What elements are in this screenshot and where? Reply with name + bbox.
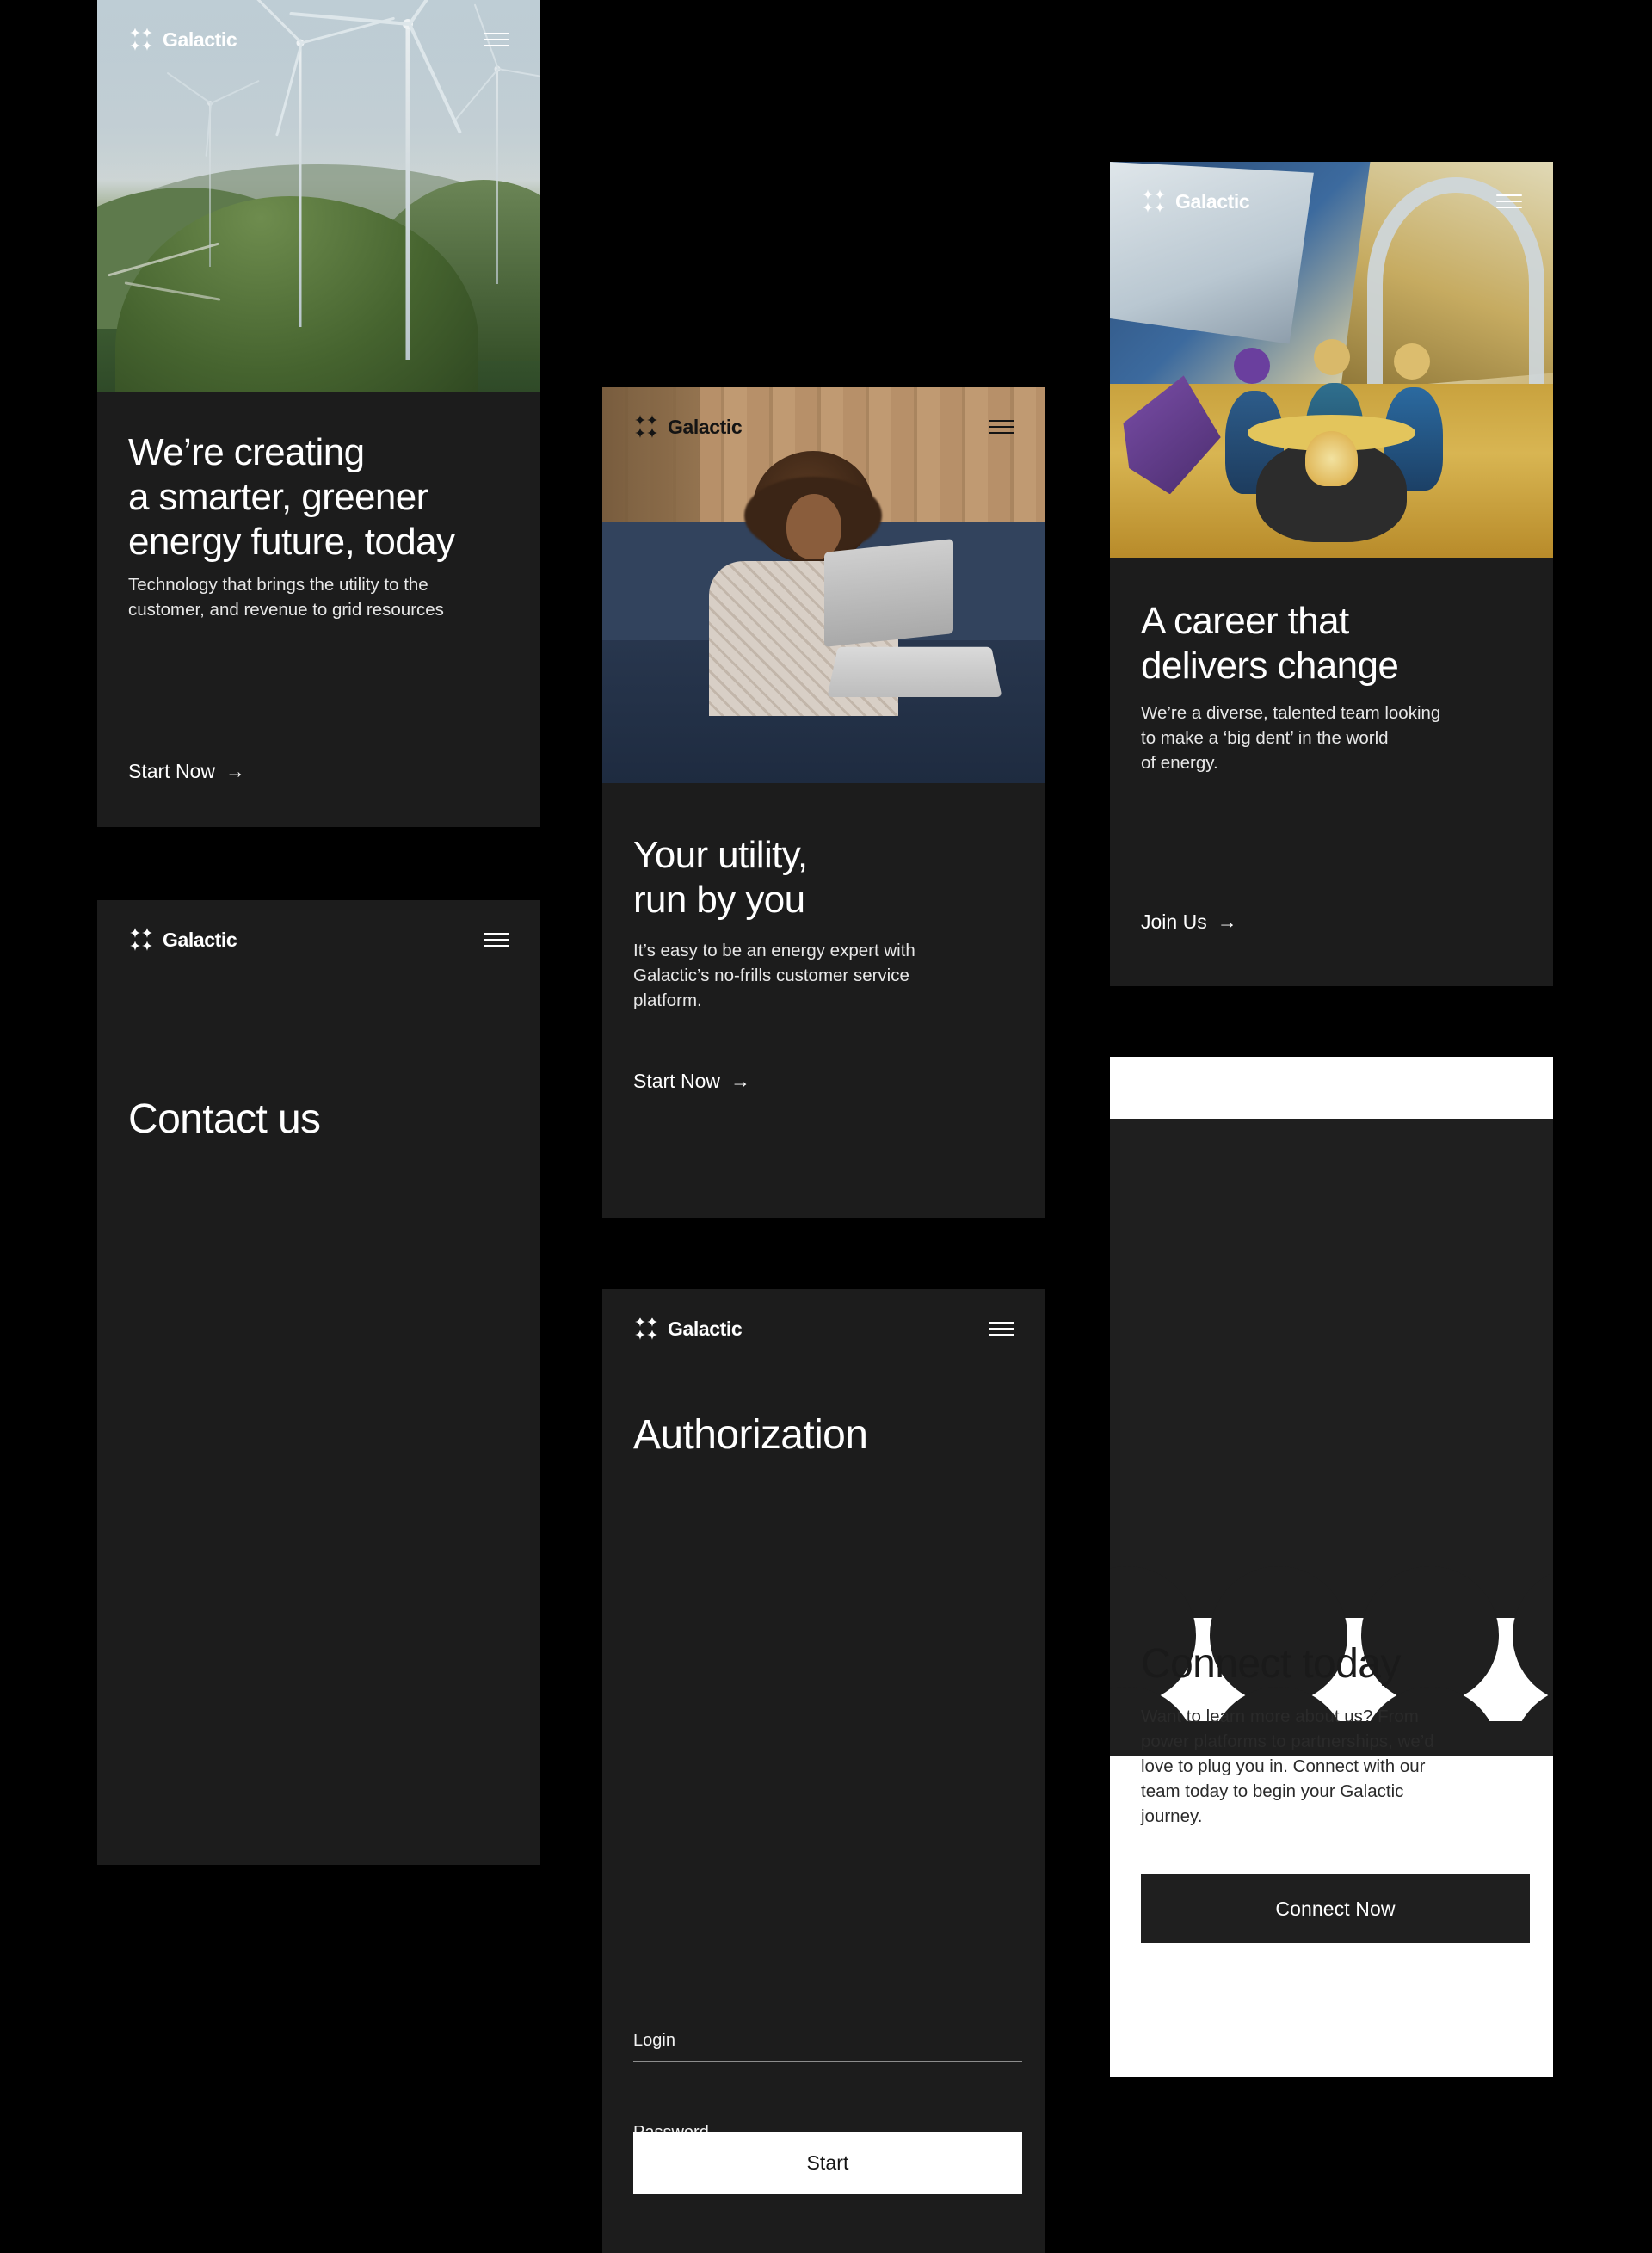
- card-connect-today: Connect today Want to learn more about u…: [1110, 1057, 1553, 2077]
- utility-start-now-link[interactable]: Start Now →: [633, 1071, 750, 1091]
- brand-logo[interactable]: Galactic: [128, 928, 237, 952]
- four-point-star-cluster-icon: [635, 415, 657, 438]
- authorization-heading: Authorization: [633, 1412, 868, 1458]
- connect-now-button[interactable]: Connect Now: [1141, 1874, 1530, 1943]
- connect-now-label: Connect Now: [1275, 1897, 1396, 1920]
- card-your-utility: Galactic Your utility, run by you It’s e…: [602, 387, 1045, 1218]
- wind-turbine-icon: [453, 3, 540, 284]
- career-headline: A career that delivers change: [1141, 600, 1399, 687]
- card-hero-energy: Galactic We’re creating a smarter, green…: [97, 0, 540, 827]
- connect-heading: Connect today: [1141, 1641, 1401, 1687]
- brand-name: Galactic: [1175, 189, 1250, 213]
- card-topbar: Galactic: [97, 0, 540, 79]
- wind-turbine-icon: [232, 0, 396, 327]
- career-body-text: We’re a diverse, talented team looking t…: [1141, 703, 1441, 774]
- hamburger-menu-icon[interactable]: [989, 420, 1014, 434]
- authorization-start-button[interactable]: Start: [633, 2132, 1022, 2194]
- wind-turbine-icon: [166, 71, 260, 267]
- screenshot-board: Galactic We’re creating a smarter, green…: [0, 0, 1652, 2253]
- card-topbar: Galactic: [1110, 162, 1553, 241]
- four-point-star-cluster-icon: [130, 928, 152, 951]
- hamburger-menu-icon[interactable]: [484, 33, 509, 46]
- career-join-us-label: Join Us: [1141, 910, 1207, 933]
- connect-body-text: Want to learn more about us? From power …: [1141, 1707, 1434, 1827]
- card-topbar: Galactic: [602, 387, 1045, 466]
- hero-start-now-label: Start Now: [128, 760, 215, 782]
- brand-logo[interactable]: Galactic: [633, 415, 743, 439]
- auth-field-login-label: Login: [633, 2031, 675, 2050]
- brand-logo[interactable]: Galactic: [128, 28, 237, 52]
- brand-name: Galactic: [163, 28, 237, 51]
- mural-figure-head: [1234, 347, 1271, 384]
- mural-figure-head: [1393, 343, 1430, 380]
- utility-body-text: It’s easy to be an energy expert with Ga…: [633, 941, 915, 1011]
- hero-body-text: Technology that brings the utility to th…: [128, 575, 444, 620]
- four-point-star-cluster-icon: [130, 28, 152, 51]
- career-join-us-link[interactable]: Join Us →: [1141, 912, 1237, 932]
- auth-field-login[interactable]: Login: [633, 2032, 1022, 2062]
- contact-title: Contact us: [128, 1096, 321, 1142]
- brand-logo[interactable]: Galactic: [1141, 189, 1250, 213]
- card-career: Galactic A career that delivers change W…: [1110, 162, 1553, 986]
- hero-start-now-link[interactable]: Start Now →: [128, 762, 245, 781]
- four-point-star-cluster-icon: [1143, 189, 1165, 213]
- brand-logo[interactable]: Galactic: [633, 1317, 743, 1341]
- arrow-right-icon: →: [1217, 910, 1237, 933]
- hamburger-menu-icon[interactable]: [484, 933, 509, 947]
- card-topbar: Galactic: [602, 1289, 1045, 1368]
- card-authorization: Galactic Authorization Login Password St…: [602, 1289, 1045, 2253]
- field-underline: [633, 2061, 1022, 2062]
- brand-name: Galactic: [668, 415, 743, 438]
- four-point-star-cluster-icon: [635, 1317, 657, 1340]
- authorization-start-label: Start: [806, 2151, 849, 2174]
- arrow-right-icon: →: [225, 760, 245, 782]
- mural-figure-head: [1313, 339, 1350, 376]
- hero-headline: We’re creating a smarter, greener energy…: [128, 431, 455, 563]
- hamburger-menu-icon[interactable]: [1496, 194, 1522, 208]
- arrow-right-icon: →: [730, 1070, 750, 1092]
- brand-name: Galactic: [163, 928, 237, 951]
- card-topbar: Galactic: [97, 900, 540, 979]
- brand-name: Galactic: [668, 1317, 743, 1340]
- hamburger-menu-icon[interactable]: [989, 1322, 1014, 1336]
- utility-headline: Your utility, run by you: [633, 834, 808, 921]
- utility-start-now-label: Start Now: [633, 1070, 720, 1092]
- card-contact-us: Galactic Contact us Contact us Contact u…: [97, 900, 540, 1865]
